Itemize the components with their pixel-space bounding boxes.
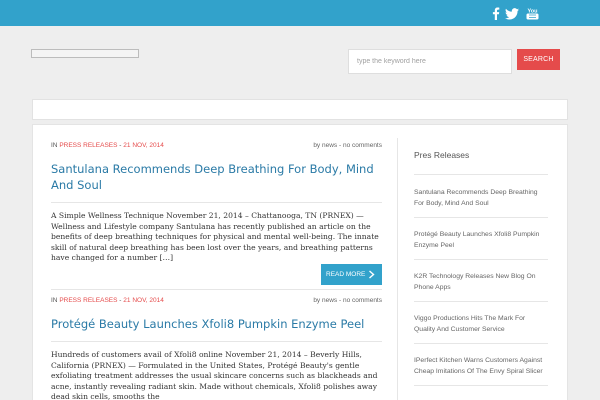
divider [51, 202, 382, 203]
post-date: 21 NOV, 2014 [123, 142, 164, 149]
post-in-label: IN [51, 142, 58, 149]
youtube-icon[interactable]: You [526, 7, 539, 20]
post-category-link[interactable]: PRESS RELEASES [59, 297, 117, 304]
post-item: IN PRESS RELEASES - 21 NOV, 2014 by news… [51, 142, 382, 264]
post-in-label: IN [51, 297, 58, 304]
sidebar-link[interactable]: IPerfect Kitchen Warns Customers Against… [414, 351, 548, 386]
sidebar: Pres Releases Santulana Recommends Deep … [414, 150, 548, 393]
post-author[interactable]: by news [313, 142, 337, 149]
post-title-link[interactable]: Santulana Recommends Deep Breathing For … [51, 161, 382, 193]
divider [51, 341, 382, 342]
sidebar-title: Pres Releases [414, 150, 470, 160]
twitter-icon[interactable] [505, 7, 519, 20]
divider [51, 289, 382, 290]
sidebar-link[interactable]: Viggo Productions Hits The Mark For Qual… [414, 309, 548, 344]
post-item: IN PRESS RELEASES - 21 NOV, 2014 by news… [51, 297, 382, 400]
sidebar-list: Santulana Recommends Deep Breathing For … [414, 183, 548, 386]
search-button[interactable]: SEARCH [517, 49, 560, 70]
sidebar-link[interactable]: Protégé Beauty Launches Xfoli8 Pumpkin E… [414, 225, 548, 260]
main-navigation [32, 99, 568, 120]
post-title-link[interactable]: Protégé Beauty Launches Xfoli8 Pumpkin E… [51, 316, 382, 332]
sidebar-link[interactable]: K2R Technology Releases New Blog On Phon… [414, 267, 548, 302]
site-logo[interactable] [31, 49, 139, 58]
sidebar-link[interactable]: Santulana Recommends Deep Breathing For … [414, 183, 548, 218]
search-input[interactable] [348, 49, 512, 74]
post-comments-link[interactable]: no comments [343, 142, 382, 149]
post-date: 21 NOV, 2014 [123, 297, 164, 304]
post-meta: IN PRESS RELEASES - 21 NOV, 2014 by news… [51, 297, 382, 304]
chevron-right-icon [369, 270, 375, 279]
post-excerpt: A Simple Wellness Technique November 21,… [51, 211, 379, 263]
post-category-link[interactable]: PRESS RELEASES [59, 142, 117, 149]
post-comments-link[interactable]: no comments [343, 297, 382, 304]
post-author[interactable]: by news [313, 297, 337, 304]
post-excerpt: Hundreds of customers avail of Xfoli8 on… [51, 350, 378, 400]
column-divider [397, 138, 398, 400]
read-more-button[interactable]: READ MORE [321, 264, 382, 285]
divider [414, 174, 548, 175]
read-more-label: READ MORE [326, 271, 366, 278]
facebook-icon[interactable] [491, 7, 500, 20]
post-meta: IN PRESS RELEASES - 21 NOV, 2014 by news… [51, 142, 382, 149]
